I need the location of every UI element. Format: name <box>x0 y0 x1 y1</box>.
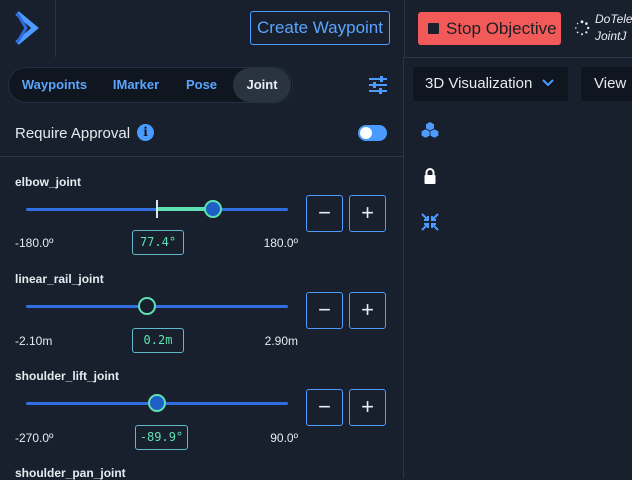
joint-value-input[interactable]: -89.9° <box>135 425 188 450</box>
stop-objective-button[interactable]: Stop Objective <box>418 12 561 45</box>
joint-min-label: -270.0º <box>15 431 54 445</box>
joint-slider-knob[interactable] <box>137 297 156 315</box>
increment-button[interactable]: + <box>349 292 386 329</box>
increment-button[interactable]: + <box>349 195 386 232</box>
tab-joint[interactable]: Joint <box>233 68 291 102</box>
joint-value-input[interactable]: 77.4° <box>132 230 184 255</box>
joint-value-input[interactable]: 0.2m <box>132 328 184 353</box>
create-waypoint-button[interactable]: Create Waypoint <box>250 11 390 45</box>
decrement-button[interactable]: − <box>306 292 343 329</box>
teleop-mode-tabs: Waypoints IMarker Pose Joint <box>8 67 293 103</box>
objective-status-line2: JointJ <box>595 29 627 43</box>
require-approval-toggle[interactable] <box>358 125 387 141</box>
chevron-down-icon <box>542 79 554 87</box>
lock-icon[interactable] <box>421 167 439 185</box>
tab-imarker[interactable]: IMarker <box>101 68 171 102</box>
tab-pose[interactable]: Pose <box>174 68 229 102</box>
joint-name: shoulder_lift_joint <box>15 369 120 383</box>
decrement-button[interactable]: − <box>306 389 343 426</box>
visualization-label: 3D Visualization <box>425 75 533 92</box>
view-dropdown[interactable]: View <box>581 67 632 101</box>
toggle-knob <box>360 127 372 139</box>
require-approval-label: Require Approval <box>15 125 131 142</box>
joint-slider-knob[interactable] <box>148 394 167 412</box>
header-divider <box>404 0 405 57</box>
joint-min-label: -180.0º <box>15 236 54 250</box>
joint-slider-reference-tick <box>156 200 158 218</box>
joint-max-label: 180.0º <box>263 236 298 250</box>
joint-min-label: -2.10m <box>15 334 53 348</box>
stop-objective-label: Stop Objective <box>446 19 557 38</box>
stop-square-icon <box>428 23 439 34</box>
collapse-icon[interactable] <box>421 213 439 231</box>
joint-name: linear_rail_joint <box>15 272 104 286</box>
joint-name: elbow_joint <box>15 175 81 189</box>
increment-button[interactable]: + <box>349 389 386 426</box>
joint-max-label: 2.90m <box>264 334 298 348</box>
section-divider <box>0 156 403 157</box>
info-icon[interactable]: i <box>137 124 154 141</box>
joint-slider-track[interactable] <box>26 305 288 308</box>
app-logo[interactable] <box>0 0 56 57</box>
app-logo-icon <box>15 11 39 45</box>
objective-status-line1: DoTele <box>595 12 632 26</box>
tab-waypoints[interactable]: Waypoints <box>12 68 97 102</box>
joint-max-label: 90.0º <box>270 431 298 445</box>
visualization-dropdown[interactable]: 3D Visualization <box>413 67 568 101</box>
tune-icon[interactable] <box>368 76 388 94</box>
teleop-panel <box>0 57 404 478</box>
spinner-icon <box>575 20 590 36</box>
cubes-icon[interactable] <box>421 121 439 139</box>
decrement-button[interactable]: − <box>306 195 343 232</box>
